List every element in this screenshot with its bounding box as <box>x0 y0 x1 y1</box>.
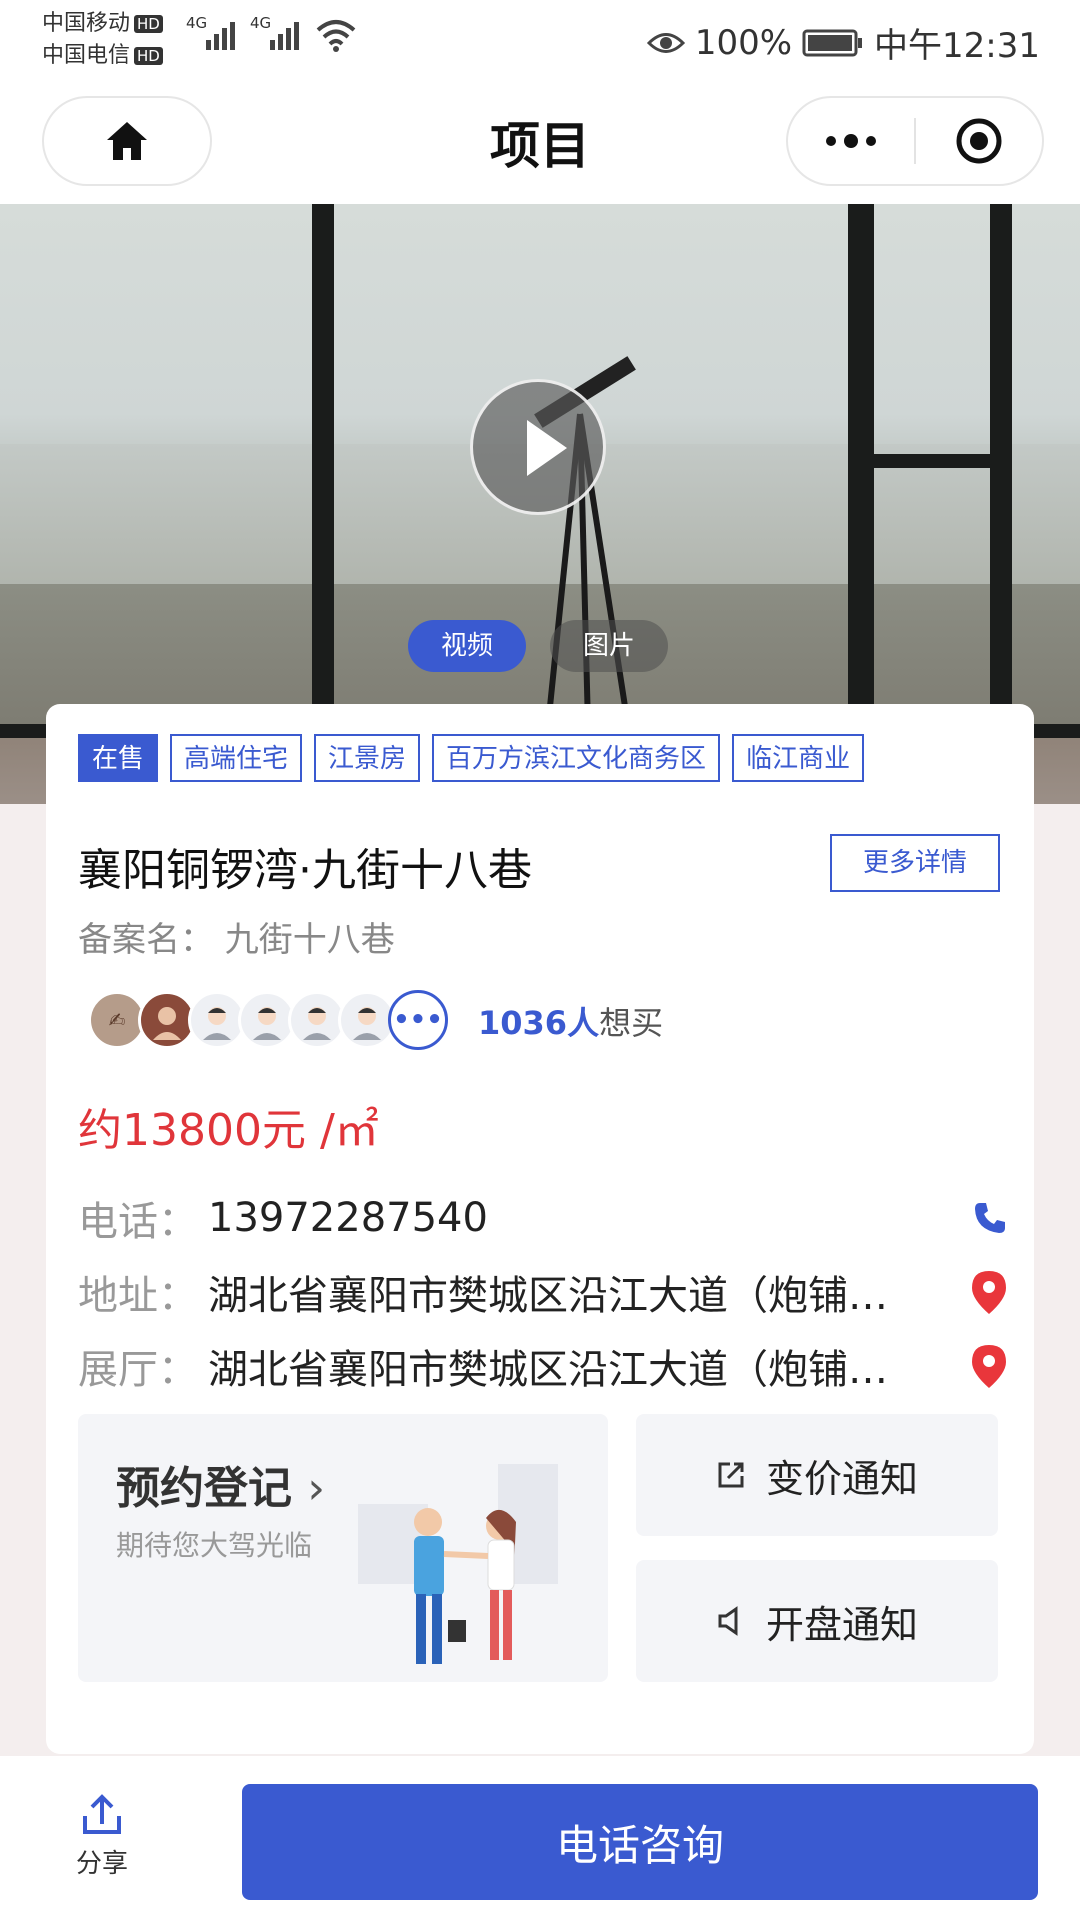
nav-bar: 项目 <box>0 86 1080 204</box>
hd-badge-2: HD <box>134 47 163 65</box>
project-name: 襄阳铜锣湾·九街十八巷 <box>78 845 532 896</box>
hd-badge-1: HD <box>134 15 163 33</box>
speaker-icon <box>718 1606 738 1636</box>
buyer-avatars[interactable]: ✍ ••• <box>88 990 448 1050</box>
phone-icon[interactable] <box>958 1200 1008 1236</box>
more-icon <box>826 134 876 148</box>
more-avatars-icon[interactable]: ••• <box>388 990 448 1050</box>
location-pin-icon[interactable] <box>958 1269 1008 1315</box>
status-right: 100% 中午12:31 <box>646 18 1040 67</box>
share-out-icon <box>718 1462 744 1488</box>
carrier-1: 中国移动 <box>42 11 131 36</box>
play-button[interactable] <box>470 379 606 515</box>
tag-list: 在售 高端住宅 江景房 百万方滨江文化商务区 临江商业 <box>78 734 865 782</box>
status-bar: 中国移动 HD 中国电信 HD 4G 4G 100% 中午12:31 <box>0 0 1080 86</box>
mini-program-capsule <box>786 96 1044 186</box>
carrier-2: 中国电信 <box>42 43 131 68</box>
price-change-notice-button[interactable]: 变价通知 <box>636 1414 998 1536</box>
close-mini-program-button[interactable] <box>916 98 1042 184</box>
carrier-info: 中国移动 HD 中国电信 HD <box>42 8 163 72</box>
signal-icon-1: 4G <box>186 14 246 54</box>
tab-photos[interactable]: 图片 <box>550 620 668 672</box>
registered-name: 备案名： 九街十八巷 <box>78 920 395 960</box>
tag-item: 百万方滨江文化商务区 <box>432 734 721 782</box>
bottom-bar: 分享 电话咨询 <box>0 1756 1080 1920</box>
interested-suffix: 想买 <box>599 1004 664 1042</box>
opening-notice-label: 开盘通知 <box>765 1602 918 1647</box>
handshake-illustration <box>358 1464 558 1664</box>
tag-item: 临江商业 <box>732 734 865 782</box>
address-label: 地址： <box>78 1273 198 1319</box>
wifi-icon <box>314 14 358 54</box>
tag-on-sale: 在售 <box>78 734 159 782</box>
window-frame <box>848 204 874 724</box>
phone-row[interactable]: 电话： 13972287540 <box>78 1188 1008 1248</box>
window-frame <box>874 454 990 468</box>
reserve-title: 预约登记 › <box>116 1463 325 1514</box>
chevron-right-icon: › <box>307 1463 325 1514</box>
tab-video[interactable]: 视频 <box>408 620 526 672</box>
showroom-row[interactable]: 展厅： 湖北省襄阳市樊城区沿江大道（炮铺… <box>78 1336 1008 1396</box>
showroom-label: 展厅： <box>78 1347 198 1393</box>
phone-label: 电话： <box>78 1199 198 1245</box>
share-button[interactable]: 分享 <box>62 1794 142 1880</box>
address-value: 湖北省襄阳市樊城区沿江大道（炮铺… <box>208 1273 888 1319</box>
phone-number: 13972287540 <box>208 1195 488 1241</box>
tag-item: 高端住宅 <box>170 734 303 782</box>
share-icon <box>83 1794 121 1834</box>
price-change-label: 变价通知 <box>765 1456 918 1501</box>
eye-icon <box>646 32 685 53</box>
target-icon <box>956 118 1002 164</box>
clock: 中午12:31 <box>874 26 1040 66</box>
location-pin-icon[interactable] <box>958 1343 1008 1389</box>
reserve-subtitle: 期待您大驾光临 <box>116 1529 313 1562</box>
interested-count: 1036人想买 <box>478 998 663 1044</box>
interested-number: 1036人 <box>478 1004 600 1042</box>
share-label: 分享 <box>75 1849 128 1879</box>
showroom-value: 湖北省襄阳市樊城区沿江大道（炮铺… <box>208 1347 888 1393</box>
address-row[interactable]: 地址： 湖北省襄阳市樊城区沿江大道（炮铺… <box>78 1262 1008 1322</box>
window-frame <box>990 204 1012 724</box>
phone-consult-button[interactable]: 电话咨询 <box>242 1784 1038 1900</box>
battery-icon <box>802 29 863 56</box>
reservation-card[interactable]: 预约登记 › 期待您大驾光临 <box>78 1414 608 1682</box>
more-details-button[interactable]: 更多详情 <box>830 834 1000 892</box>
signal-icon-2: 4G <box>250 14 310 54</box>
project-card: 在售 高端住宅 江景房 百万方滨江文化商务区 临江商业 襄阳铜锣湾·九街十八巷 … <box>46 704 1034 1754</box>
price: 约13800元 /㎡ <box>78 1105 379 1156</box>
tag-item: 江景房 <box>314 734 421 782</box>
more-button[interactable] <box>788 98 914 184</box>
window-frame <box>312 204 334 744</box>
opening-notice-button[interactable]: 开盘通知 <box>636 1560 998 1682</box>
battery-percent: 100% <box>694 22 793 63</box>
